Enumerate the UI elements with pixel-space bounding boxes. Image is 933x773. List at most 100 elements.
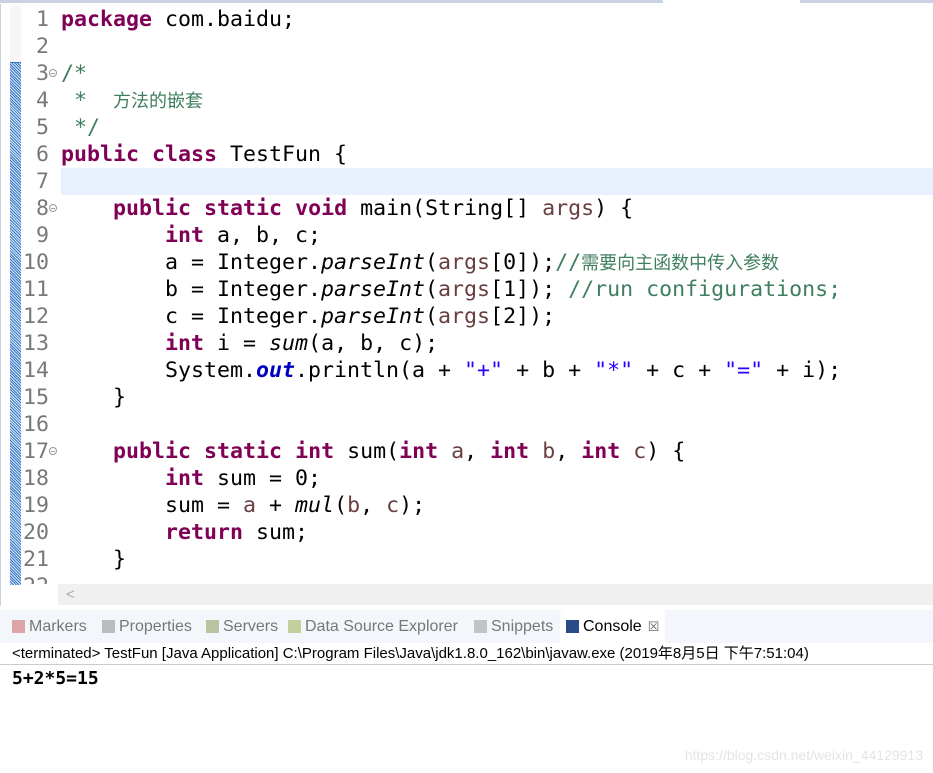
line-text: sum = a + mul(b, c); bbox=[61, 492, 933, 519]
line-text: return sum; bbox=[61, 519, 933, 546]
tab-properties[interactable]: Properties bbox=[102, 610, 192, 643]
line-number: 13 bbox=[22, 331, 49, 356]
code-token: int bbox=[399, 439, 439, 464]
bottom-panel: Markers Properties Servers Data Source Expl… bbox=[0, 606, 933, 773]
code-line[interactable]: 1 package com.baidu; bbox=[21, 6, 933, 33]
scroll-left-icon[interactable]: < bbox=[66, 586, 75, 603]
console-output[interactable]: 5+2*5=15 bbox=[12, 666, 99, 692]
code-token: ( bbox=[425, 250, 439, 275]
code-line[interactable]: 17− public static int sum(int a, int b, … bbox=[21, 438, 933, 465]
line-text: } bbox=[61, 546, 933, 573]
code-line[interactable]: 9 int a, b, c; bbox=[21, 222, 933, 249]
line-text bbox=[61, 573, 933, 584]
code-token: a bbox=[451, 439, 465, 464]
code-token: + i); bbox=[763, 358, 842, 383]
code-line[interactable]: 10 a = Integer.parseInt(args[0]);//需要向主函… bbox=[21, 249, 933, 276]
tab-label: Snippets bbox=[491, 618, 554, 635]
close-icon[interactable]: ☒ bbox=[648, 619, 660, 634]
code-token: out bbox=[256, 358, 296, 383]
line-number: 8 bbox=[35, 196, 49, 221]
code-line[interactable]: 22 bbox=[21, 573, 933, 584]
fold-toggle-icon[interactable]: − bbox=[49, 447, 57, 456]
line-text: * 方法的嵌套 bbox=[61, 87, 933, 114]
line-text: package com.baidu; bbox=[61, 6, 933, 33]
code-editor[interactable]: 1 package com.baidu; 2 3−/* 4 * 方法的嵌套 5 */6 pu… bbox=[0, 4, 933, 606]
code-line[interactable]: 3−/* bbox=[21, 60, 933, 87]
code-line[interactable]: 2 bbox=[21, 33, 933, 60]
line-number: 16 bbox=[22, 412, 49, 437]
line-text: /* bbox=[61, 60, 933, 87]
code-line[interactable]: 12 c = Integer.parseInt(args[2]); bbox=[21, 303, 933, 330]
code-token: b = Integer. bbox=[61, 277, 322, 302]
code-token: public bbox=[61, 142, 140, 167]
code-token: package bbox=[61, 7, 153, 32]
line-number: 6 bbox=[35, 142, 49, 167]
code-token: parseInt bbox=[321, 277, 426, 302]
code-token: , bbox=[360, 493, 387, 518]
console-icon bbox=[566, 620, 579, 633]
line-text bbox=[61, 168, 933, 195]
code-token: sum; bbox=[243, 520, 309, 545]
line-number: 22 bbox=[21, 573, 49, 584]
code-area[interactable]: 1 package com.baidu; 2 3−/* 4 * 方法的嵌套 5 */6 pu… bbox=[21, 6, 933, 584]
line-number: 11 bbox=[22, 277, 49, 302]
selection-range-indicator bbox=[10, 62, 21, 585]
panel-tabs: Markers Properties Servers Data Source Expl… bbox=[0, 610, 933, 643]
code-line[interactable]: 15 } bbox=[21, 384, 933, 411]
line-text: a = Integer.parseInt(args[0]);//需要向主函数中传… bbox=[61, 249, 933, 276]
tab-servers[interactable]: Servers bbox=[206, 610, 278, 643]
tab-markers[interactable]: Markers bbox=[12, 610, 87, 643]
fold-toggle-icon[interactable]: − bbox=[49, 204, 57, 213]
code-token: args bbox=[438, 277, 491, 302]
code-token: */ bbox=[61, 115, 101, 140]
code-token: /* bbox=[61, 61, 88, 86]
fold-toggle-icon[interactable]: − bbox=[49, 69, 57, 78]
line-text: c = Integer.parseInt(args[2]); bbox=[61, 303, 933, 330]
code-line[interactable]: 7 bbox=[21, 168, 933, 195]
line-number: 14 bbox=[22, 358, 49, 383]
code-line[interactable]: 4 * 方法的嵌套 bbox=[21, 87, 933, 114]
code-token: "*" bbox=[594, 358, 634, 383]
tab-snippets[interactable]: Snippets bbox=[474, 610, 553, 643]
code-line[interactable]: 16 bbox=[21, 411, 933, 438]
code-token: , bbox=[555, 439, 582, 464]
code-token: [2]); bbox=[490, 304, 556, 329]
horizontal-scrollbar[interactable]: < bbox=[58, 584, 933, 605]
code-line[interactable]: 18 int sum = 0; bbox=[21, 465, 933, 492]
code-token: int bbox=[165, 331, 205, 356]
line-number: 4 bbox=[35, 88, 49, 113]
code-token: void bbox=[295, 196, 348, 221]
tab-console[interactable]: Console ☒ bbox=[560, 610, 666, 643]
code-line[interactable]: 8− public static void main(String[] args… bbox=[21, 195, 933, 222]
code-token: (a, b, c); bbox=[308, 331, 439, 356]
code-line[interactable]: 6 public class TestFun { bbox=[21, 141, 933, 168]
line-number: 3 bbox=[35, 61, 49, 86]
code-token: b bbox=[542, 439, 556, 464]
code-token: a = Integer. bbox=[61, 250, 322, 275]
code-line[interactable]: 20 return sum; bbox=[21, 519, 933, 546]
code-line[interactable]: 11 b = Integer.parseInt(args[1]); //run … bbox=[21, 276, 933, 303]
code-token: com.baidu; bbox=[152, 7, 296, 32]
code-token: a bbox=[243, 493, 257, 518]
line-number: 18 bbox=[22, 466, 49, 491]
code-token: sum = 0; bbox=[204, 466, 322, 491]
code-line[interactable]: 13 int i = sum(a, b, c); bbox=[21, 330, 933, 357]
code-line[interactable]: 5 */ bbox=[21, 114, 933, 141]
line-number: 9 bbox=[35, 223, 49, 248]
line-number: 10 bbox=[22, 250, 49, 275]
code-token: [0]); bbox=[490, 250, 556, 275]
code-line[interactable]: 19 sum = a + mul(b, c); bbox=[21, 492, 933, 519]
code-token: } bbox=[61, 547, 127, 572]
code-line[interactable]: 14 System.out.println(a + "+" + b + "*" … bbox=[21, 357, 933, 384]
code-token: System. bbox=[61, 358, 257, 383]
tab-data-source-explorer[interactable]: Data Source Explorer bbox=[288, 610, 458, 643]
code-token: ); bbox=[399, 493, 426, 518]
code-line[interactable]: 21 } bbox=[21, 546, 933, 573]
line-number: 12 bbox=[22, 304, 49, 329]
code-token: 需要向主函数中传入参数 bbox=[581, 253, 780, 274]
